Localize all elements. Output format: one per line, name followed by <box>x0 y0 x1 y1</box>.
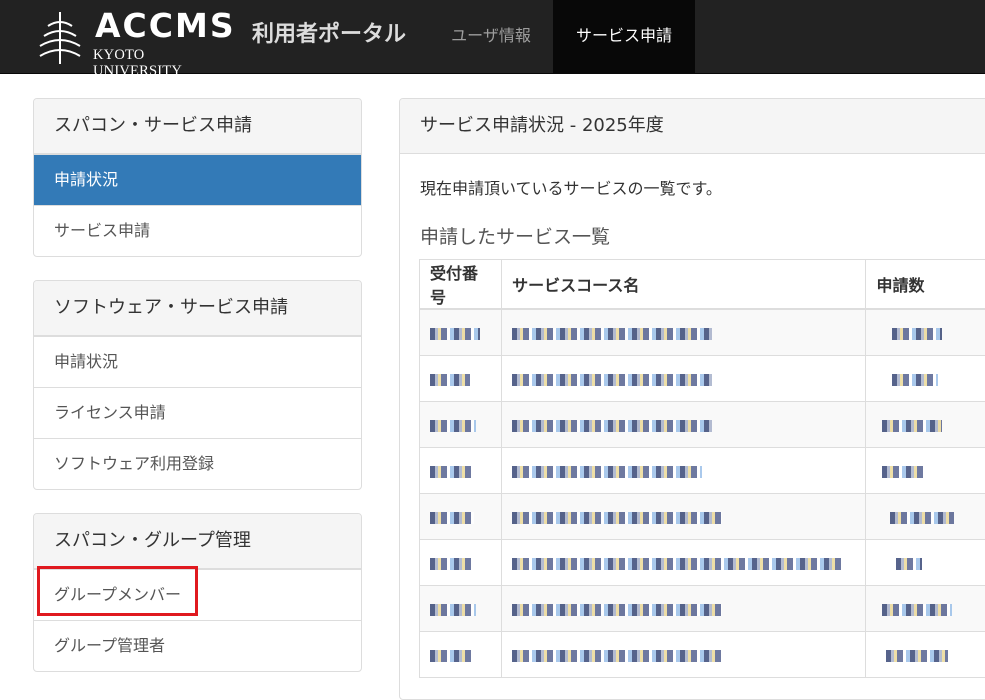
sidebar-item-group-admins[interactable]: グループ管理者 <box>34 620 361 671</box>
receipt-number-cell <box>420 402 502 448</box>
redacted-value <box>512 512 722 524</box>
main-description: 現在申請頂いているサービスの一覧です。 <box>420 175 722 199</box>
nav-service-application[interactable]: サービス申請 <box>553 0 695 73</box>
table-row[interactable] <box>420 356 985 402</box>
redacted-value <box>430 328 480 340</box>
redacted-value <box>430 374 470 386</box>
count-cell <box>866 402 985 448</box>
redacted-value <box>430 558 474 570</box>
redacted-value <box>892 374 938 386</box>
redacted-value <box>430 420 476 432</box>
redacted-value <box>430 466 474 478</box>
redacted-value <box>430 650 474 662</box>
service-table: 受付番号 サービスコース名 申請数 <box>419 259 985 678</box>
count-cell <box>866 540 985 586</box>
redacted-value <box>512 558 842 570</box>
panel-supercomputer-service: スパコン・サービス申請 申請状況 サービス申請 <box>33 98 362 257</box>
redacted-value <box>512 650 722 662</box>
main-heading: サービス申請状況 - 2025年度 <box>400 99 985 154</box>
section-subtitle: 申請したサービス一覧 <box>420 222 610 249</box>
nav-user-info[interactable]: ユーザ情報 <box>432 0 550 73</box>
table-row[interactable] <box>420 309 985 356</box>
sidebar-item-service-application[interactable]: サービス申請 <box>34 205 361 256</box>
top-navbar: ACCMS KYOTO UNIVERSITY 利用者ポータル ユーザ情報 サービ… <box>0 0 985 74</box>
table-row[interactable] <box>420 632 985 678</box>
course-name-cell <box>502 402 866 448</box>
column-header: 申請数 <box>866 260 985 310</box>
column-header: 受付番号 <box>420 260 502 310</box>
table-row[interactable] <box>420 540 985 586</box>
sidebar-item-software-status[interactable]: 申請状況 <box>34 336 361 387</box>
course-name-cell <box>502 494 866 540</box>
course-name-cell <box>502 309 866 356</box>
column-header: サービスコース名 <box>502 260 866 310</box>
panel-heading: ソフトウェア・サービス申請 <box>34 281 361 336</box>
count-cell <box>866 448 985 494</box>
count-cell <box>866 309 985 356</box>
count-cell <box>866 356 985 402</box>
panel-heading: スパコン・グループ管理 <box>34 514 361 569</box>
redacted-value <box>512 604 722 616</box>
receipt-number-cell <box>420 586 502 632</box>
redacted-value <box>890 512 954 524</box>
course-name-cell <box>502 356 866 402</box>
table-row[interactable] <box>420 494 985 540</box>
highlight-annotation-box <box>37 566 198 616</box>
redacted-value <box>430 512 474 524</box>
panel-software-service: ソフトウェア・サービス申請 申請状況 ライセンス申請 ソフトウェア利用登録 <box>33 280 362 490</box>
receipt-number-cell <box>420 448 502 494</box>
course-name-cell <box>502 540 866 586</box>
table-row[interactable] <box>420 586 985 632</box>
count-cell <box>866 494 985 540</box>
count-cell <box>866 632 985 678</box>
table-row[interactable] <box>420 402 985 448</box>
receipt-number-cell <box>420 356 502 402</box>
brand-main-text: ACCMS <box>95 8 236 44</box>
course-name-cell <box>502 586 866 632</box>
main-panel: サービス申請状況 - 2025年度 現在申請頂いているサービスの一覧です。 申請… <box>399 98 985 700</box>
redacted-value <box>512 374 712 386</box>
antenna-logo-icon <box>38 6 94 66</box>
count-cell <box>866 586 985 632</box>
receipt-number-cell <box>420 494 502 540</box>
portal-title[interactable]: 利用者ポータル <box>252 20 406 50</box>
sidebar-item-license-application[interactable]: ライセンス申請 <box>34 387 361 438</box>
course-name-cell <box>502 448 866 494</box>
sidebar-item-software-registration[interactable]: ソフトウェア利用登録 <box>34 438 361 489</box>
receipt-number-cell <box>420 540 502 586</box>
accms-logo[interactable]: ACCMS KYOTO UNIVERSITY <box>38 6 228 66</box>
table-row[interactable] <box>420 448 985 494</box>
redacted-value <box>886 650 948 662</box>
redacted-value <box>512 420 712 432</box>
redacted-value <box>882 466 926 478</box>
redacted-value <box>892 328 942 340</box>
redacted-value <box>882 420 942 432</box>
receipt-number-cell <box>420 309 502 356</box>
course-name-cell <box>502 632 866 678</box>
redacted-value <box>896 558 922 570</box>
redacted-value <box>512 328 712 340</box>
receipt-number-cell <box>420 632 502 678</box>
redacted-value <box>430 604 476 616</box>
brand-sub-text: KYOTO UNIVERSITY <box>93 47 228 79</box>
panel-heading: スパコン・サービス申請 <box>34 99 361 154</box>
redacted-value <box>882 604 952 616</box>
sidebar-item-application-status[interactable]: 申請状況 <box>34 154 361 205</box>
redacted-value <box>512 466 702 478</box>
